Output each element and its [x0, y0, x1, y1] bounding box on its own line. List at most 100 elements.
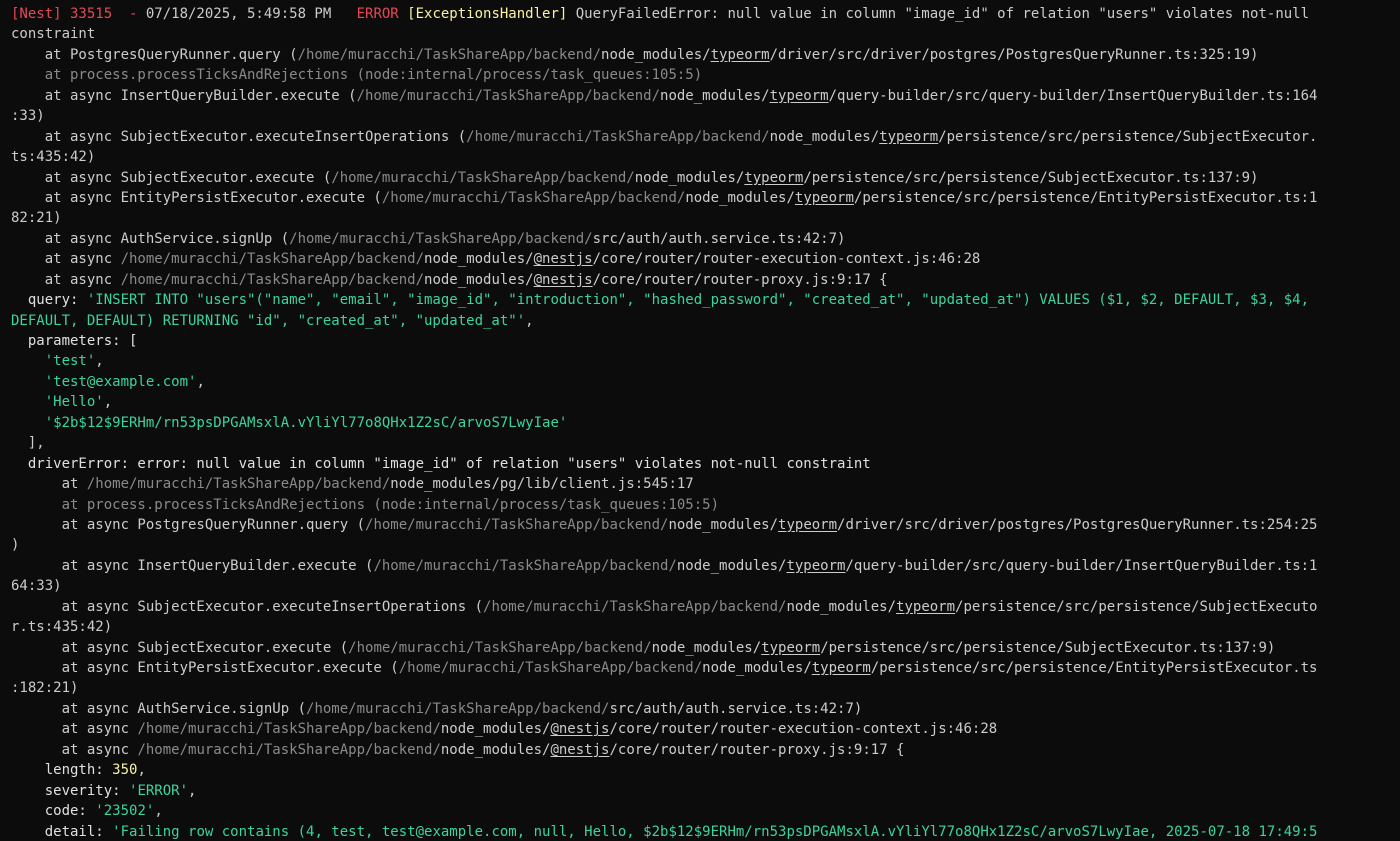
terminal-text-segment: length: — [11, 762, 113, 779]
terminal-line: 82:21) — [11, 208, 1400, 228]
terminal-text-segment: at async InsertQueryBuilder.execute ( — [11, 557, 374, 574]
terminal-text-segment: 'ERROR' — [129, 782, 189, 799]
terminal-text-segment: , — [103, 394, 113, 411]
terminal-line: length: 350, — [11, 760, 1400, 780]
terminal-text-segment: at async — [11, 741, 138, 758]
terminal-text-segment: node_modules/ — [702, 660, 812, 676]
terminal-text-segment: '$2b$12$9ERHm/rn53psDPGAMsxlA.vYliYl77o8… — [44, 414, 568, 431]
terminal-text-segment: typeorm — [710, 46, 770, 63]
terminal-text-segment: /home/muracchi/TaskShareApp/backend/ — [120, 251, 425, 268]
terminal-text-segment: at PostgresQueryRunner.query ( — [11, 46, 298, 63]
terminal-text-segment: /home/muracchi/TaskShareApp/backend/ — [137, 741, 441, 758]
terminal-text-segment: 'test@example.com' — [44, 373, 197, 390]
terminal-text-segment: at async SubjectExecutor.executeInsertOp… — [11, 128, 467, 145]
terminal-line: ts:435:42) — [11, 147, 1400, 167]
terminal-text-segment: , — [137, 762, 146, 779]
terminal-text-segment: at async EntityPersistExecutor.execute ( — [11, 189, 382, 206]
terminal-text-segment: severity: — [11, 782, 130, 799]
terminal-text-segment: /home/muracchi/TaskShareApp/backend/ — [86, 476, 391, 493]
terminal-line: [Nest] 33515 - 07/18/2025, 5:49:58 PM ER… — [11, 4, 1400, 24]
terminal-text-segment: /core/router/router-proxy.js:9:17 { — [592, 271, 888, 288]
terminal-text-segment: /home/muracchi/TaskShareApp/backend/ — [365, 516, 669, 533]
terminal-line: :182:21) — [11, 678, 1400, 698]
terminal-text-segment: /driver/src/driver/postgres/PostgresQuer… — [769, 46, 1259, 63]
terminal-text-segment: at async SubjectExecutor.executeInsertOp… — [11, 598, 484, 615]
terminal-text-segment: node_modules/ — [424, 251, 534, 268]
terminal-line: parameters: [ — [11, 331, 1400, 351]
terminal-text-segment: DEFAULT, DEFAULT) RETURNING "id", "creat… — [11, 312, 526, 329]
terminal-text-segment: node_modules/ — [601, 46, 711, 63]
terminal-line: severity: 'ERROR', — [11, 781, 1400, 801]
terminal-line: at async /home/muracchi/TaskShareApp/bac… — [11, 249, 1400, 269]
terminal-text-segment: node_modules/ — [660, 87, 770, 104]
terminal-line: 'Hello', — [11, 392, 1400, 412]
terminal-text-segment: typeorm — [794, 189, 854, 206]
terminal-text-segment: at async SubjectExecutor.execute ( — [11, 639, 349, 656]
terminal-text-segment: , — [188, 782, 197, 799]
terminal-line: at async SubjectExecutor.execute (/home/… — [11, 168, 1400, 188]
terminal-line: 'test', — [11, 351, 1400, 371]
terminal-line: at async InsertQueryBuilder.execute (/ho… — [11, 86, 1400, 106]
terminal-text-segment: /persistence/src/persistence/EntityPersi… — [853, 189, 1318, 206]
terminal-text-segment: node_modules/ — [424, 271, 534, 288]
terminal-text-segment: ts:435:42) — [11, 149, 96, 166]
terminal-text-segment: , — [196, 373, 205, 390]
terminal-text-segment: 'INSERT INTO "users"("name", "email", "i… — [86, 292, 1310, 309]
terminal-line: at async PostgresQueryRunner.query (/hom… — [11, 515, 1400, 535]
terminal-line: :33) — [11, 106, 1400, 126]
terminal-line: r.ts:435:42) — [11, 617, 1400, 637]
terminal-text-segment: ) — [11, 537, 20, 554]
terminal-text-segment: driverError: error: null value in column… — [11, 455, 871, 472]
terminal-text-segment: /home/muracchi/TaskShareApp/backend/ — [373, 557, 677, 574]
terminal-text-segment: code: — [11, 803, 96, 820]
terminal-text-segment: at — [11, 476, 87, 493]
terminal-text-segment: /driver/src/driver/postgres/PostgresQuer… — [837, 516, 1318, 533]
terminal-text-segment: @nestjs — [550, 721, 610, 738]
terminal-line: at async SubjectExecutor.executeInsertOp… — [11, 597, 1400, 617]
terminal-text-segment: node_modules/ — [786, 598, 897, 615]
terminal-line: at async /home/muracchi/TaskShareApp/bac… — [11, 740, 1400, 760]
terminal-text-segment: at async — [11, 271, 121, 288]
terminal-line: DEFAULT, DEFAULT) RETURNING "id", "creat… — [11, 311, 1400, 331]
terminal-text-segment: /core/router/router-execution-context.js… — [609, 721, 998, 738]
terminal-text-segment: 82:21) — [11, 210, 62, 227]
terminal-text-segment: /home/muracchi/TaskShareApp/backend/ — [331, 169, 635, 186]
terminal-line: driverError: error: null value in column… — [11, 454, 1400, 474]
terminal-text-segment: at async — [11, 251, 121, 268]
terminal-text-segment: typeorm — [879, 128, 939, 145]
terminal-line: code: '23502', — [11, 801, 1400, 821]
terminal-text-segment: typeorm — [786, 557, 846, 574]
terminal-text-segment: /persistence/src/persistence/SubjectExec… — [820, 639, 1276, 656]
terminal-text-segment: 'Failing row contains (4, test, test@exa… — [112, 823, 1318, 840]
terminal-text-segment: node_modules/ — [440, 741, 551, 758]
terminal-output[interactable]: [Nest] 33515 - 07/18/2025, 5:49:58 PM ER… — [0, 0, 1400, 841]
terminal-line: 'test@example.com', — [11, 372, 1400, 392]
terminal-text-segment: /persistence/src/persistence/SubjectExec… — [803, 169, 1259, 186]
terminal-text-segment: typeorm — [744, 169, 804, 186]
terminal-line: ) — [11, 535, 1400, 555]
terminal-text-segment: at async InsertQueryBuilder.execute ( — [11, 87, 357, 104]
terminal-text-segment: ], — [11, 435, 45, 452]
terminal-text-segment: , — [154, 803, 163, 820]
terminal-text-segment: /home/muracchi/TaskShareApp/backend/ — [297, 46, 602, 63]
terminal-text-segment: typeorm — [896, 598, 956, 615]
terminal-line: at async SubjectExecutor.execute (/home/… — [11, 638, 1400, 658]
terminal-text-segment: , — [525, 312, 534, 329]
terminal-text-segment: @nestjs — [550, 741, 610, 758]
terminal-text-segment: ERROR — [331, 6, 408, 22]
terminal-text-segment: /home/muracchi/TaskShareApp/backend/ — [289, 230, 593, 247]
terminal-line: at async SubjectExecutor.executeInsertOp… — [11, 127, 1400, 147]
terminal-text-segment: node_modules/ — [685, 189, 795, 206]
terminal-text-segment: at async AuthService.signUp ( — [11, 700, 307, 717]
terminal-text-segment: at async AuthService.signUp ( — [11, 230, 290, 247]
terminal-text-segment: /home/muracchi/TaskShareApp/backend/ — [137, 721, 441, 738]
terminal-text-segment: at async EntityPersistExecutor.execute ( — [11, 660, 399, 676]
terminal-line: detail: 'Failing row contains (4, test, … — [11, 822, 1400, 841]
terminal-text-segment: /query-builder/src/query-builder/InsertQ… — [845, 557, 1318, 574]
terminal-line: at process.processTicksAndRejections (no… — [11, 495, 1400, 515]
terminal-text-segment: at process.processTicksAndRejections (no… — [11, 67, 703, 84]
terminal-text-segment: node_modules/ — [651, 639, 762, 656]
terminal-text-segment: 07/18/2025, 5:49:58 PM — [145, 6, 332, 22]
terminal-text-segment: /home/muracchi/TaskShareApp/backend/ — [348, 639, 652, 656]
